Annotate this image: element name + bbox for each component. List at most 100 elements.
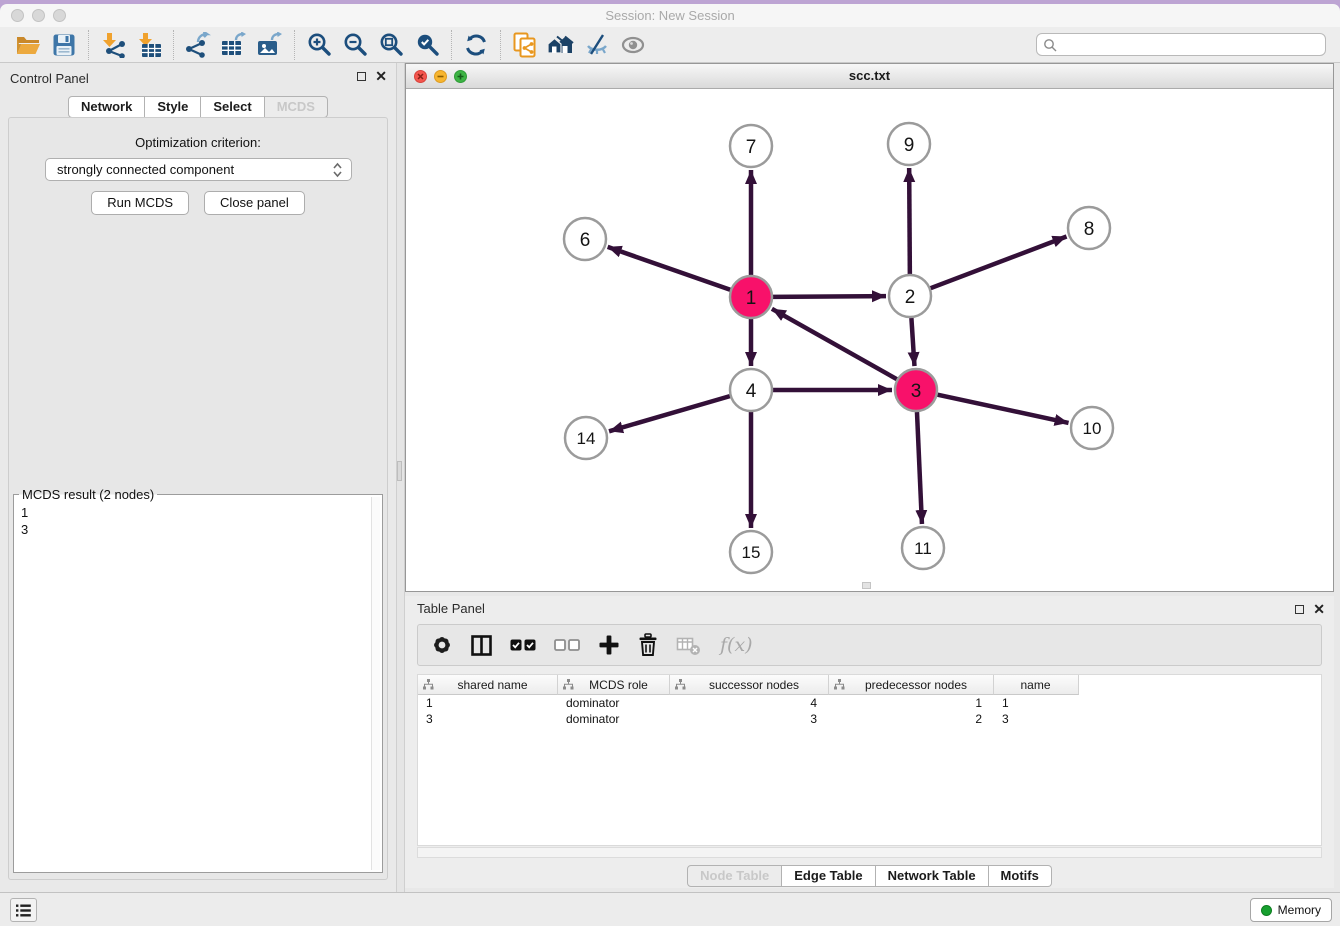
task-history-button[interactable] [10, 898, 37, 922]
graph-edge-2-9[interactable] [909, 168, 910, 274]
graph-node-3[interactable]: 3 [895, 369, 937, 411]
tab-style[interactable]: Style [145, 96, 201, 118]
window-controls[interactable] [11, 9, 66, 22]
table-horizontal-scrollbar[interactable] [417, 847, 1322, 858]
unselect-all-icon[interactable] [554, 637, 581, 653]
close-table-panel-icon[interactable]: ✕ [1313, 604, 1325, 615]
table-cell[interactable]: 2 [829, 712, 994, 726]
network-minimize-icon[interactable] [434, 70, 447, 83]
session-home-icon[interactable] [543, 29, 579, 61]
graph-node-2[interactable]: 2 [889, 275, 931, 317]
close-panel-button[interactable]: Close panel [204, 191, 305, 215]
column-header-shared-name[interactable]: shared name [418, 675, 558, 695]
zoom-selected-icon[interactable] [409, 29, 445, 61]
graph-node-9[interactable]: 9 [888, 123, 930, 165]
import-network-icon[interactable] [95, 29, 131, 61]
open-session-icon[interactable] [10, 29, 46, 61]
mcds-result-text[interactable]: 13 [16, 502, 369, 870]
graph-edge-3-10[interactable] [938, 395, 1069, 423]
hide-selected-icon[interactable] [579, 29, 615, 61]
table-header-row: shared name MCDS rolesuccessor nodes prede… [418, 675, 1079, 695]
network-close-icon[interactable] [414, 70, 427, 83]
delete-column-trash-icon[interactable] [637, 633, 659, 657]
graph-node-14[interactable]: 14 [565, 417, 607, 459]
mcds-result-node: 1 [21, 504, 364, 521]
import-table-icon[interactable] [131, 29, 167, 61]
table-cell[interactable]: 3 [670, 712, 829, 726]
table-mode-gear-icon[interactable] [431, 634, 453, 656]
run-mcds-button[interactable]: Run MCDS [91, 191, 189, 215]
search-input[interactable] [1057, 37, 1319, 52]
table-cell[interactable]: 4 [670, 696, 829, 710]
tab-network-table[interactable]: Network Table [876, 865, 989, 887]
table-panel: Table Panel ✕ f(x) shared nameMCDS ro [405, 596, 1334, 888]
graph-edge-2-3[interactable] [911, 318, 914, 366]
graph-node-11[interactable]: 11 [902, 527, 944, 569]
maximize-window-button[interactable] [53, 9, 66, 22]
clone-network-icon[interactable] [507, 29, 543, 61]
graph-edge-3-1[interactable] [772, 309, 897, 379]
create-column-icon[interactable] [598, 634, 620, 656]
table-cell[interactable]: 3 [994, 712, 1079, 726]
table-cell[interactable]: dominator [558, 696, 670, 710]
table-cell[interactable]: 3 [418, 712, 558, 726]
table-cell[interactable]: 1 [994, 696, 1079, 710]
zoom-fit-icon[interactable] [373, 29, 409, 61]
zoom-in-icon[interactable] [301, 29, 337, 61]
graph-node-4[interactable]: 4 [730, 369, 772, 411]
show-hidden-eye-icon[interactable] [615, 29, 651, 61]
splitter-grip[interactable] [397, 461, 402, 481]
apply-layout-icon[interactable] [458, 29, 494, 61]
graph-node-8[interactable]: 8 [1068, 207, 1110, 249]
network-maximize-icon[interactable] [454, 70, 467, 83]
tab-select[interactable]: Select [201, 96, 264, 118]
tab-mcds[interactable]: MCDS [265, 96, 328, 118]
tab-motifs[interactable]: Motifs [989, 865, 1052, 887]
zoom-out-icon[interactable] [337, 29, 373, 61]
memory-button[interactable]: Memory [1250, 898, 1332, 922]
table-cell[interactable]: dominator [558, 712, 670, 726]
graph-node-7[interactable]: 7 [730, 125, 772, 167]
export-table-icon[interactable] [216, 29, 252, 61]
graph-edge-1-6[interactable] [608, 247, 731, 290]
network-canvas[interactable]: 1 2 3 4 6 7 8 9 10 11 14 15 [406, 89, 1333, 591]
float-table-panel-icon[interactable] [1295, 605, 1304, 614]
table-cell[interactable]: 1 [418, 696, 558, 710]
graph-edge-3-11[interactable] [917, 412, 922, 524]
export-network-icon[interactable] [180, 29, 216, 61]
column-header-label: MCDS role [574, 678, 669, 692]
graph-node-1[interactable]: 1 [730, 276, 772, 318]
column-header-successor-nodes[interactable]: successor nodes [670, 675, 829, 695]
vertical-splitter[interactable] [396, 63, 405, 892]
table-row[interactable]: 3dominator323 [418, 711, 1321, 727]
graph-node-15[interactable]: 15 [730, 531, 772, 573]
column-header-name[interactable]: name [994, 675, 1079, 695]
search-box[interactable] [1036, 33, 1326, 56]
main-toolbar [0, 27, 1340, 63]
tab-network[interactable]: Network [68, 96, 145, 118]
graph-edge-4-14[interactable] [609, 396, 730, 431]
show-column-icon[interactable] [470, 634, 493, 657]
graph-node-6[interactable]: 6 [564, 218, 606, 260]
select-all-icon[interactable] [510, 637, 537, 653]
tab-node-table[interactable]: Node Table [687, 865, 782, 887]
float-panel-icon[interactable] [357, 72, 366, 81]
graph-node-10[interactable]: 10 [1071, 407, 1113, 449]
criterion-select[interactable]: strongly connected component [45, 158, 352, 181]
close-window-button[interactable] [11, 9, 24, 22]
network-window-titlebar[interactable]: scc.txt [406, 64, 1333, 89]
graph-edge-1-2[interactable] [773, 296, 886, 297]
table-cell[interactable]: 1 [829, 696, 994, 710]
table-row[interactable]: 1dominator411 [418, 695, 1321, 711]
save-session-icon[interactable] [46, 29, 82, 61]
canvas-resize-grip[interactable] [862, 582, 871, 589]
column-header-predecessor-nodes[interactable]: predecessor nodes [829, 675, 994, 695]
column-header-label: predecessor nodes [845, 678, 993, 692]
export-image-icon[interactable] [252, 29, 288, 61]
graph-edge-2-8[interactable] [931, 237, 1067, 289]
result-scrollbar[interactable] [371, 497, 380, 870]
close-panel-icon[interactable]: ✕ [375, 71, 387, 82]
minimize-window-button[interactable] [32, 9, 45, 22]
column-header-MCDS-role[interactable]: MCDS role [558, 675, 670, 695]
tab-edge-table[interactable]: Edge Table [782, 865, 875, 887]
